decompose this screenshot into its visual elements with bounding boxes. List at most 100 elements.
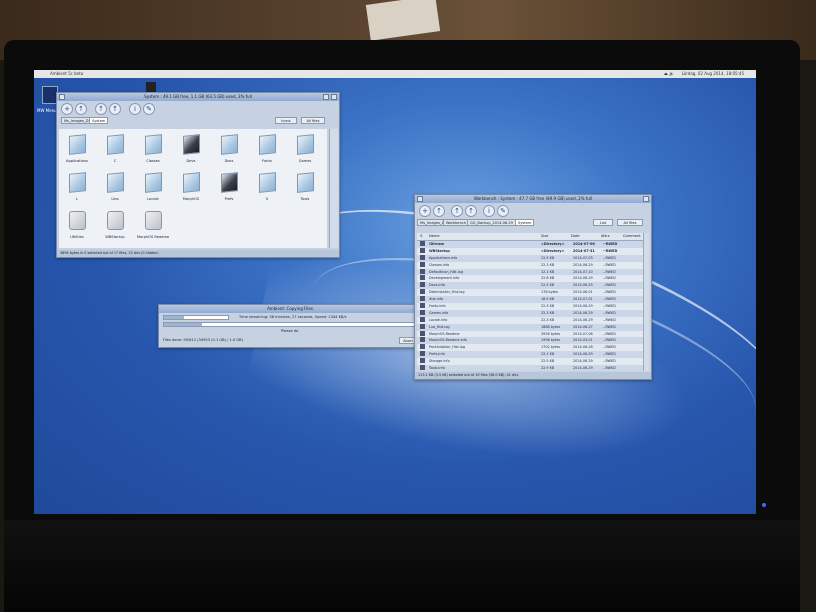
tab-workbench[interactable]: Workbench — [443, 219, 470, 226]
drawer-icon[interactable]: Libs — [105, 172, 125, 201]
table-row[interactable]: Devs.info 22.5 KB 2014-06-29 --RWED — [417, 282, 649, 290]
system-drawer-window[interactable]: System : 49.1 GB free, 1.1 GB (63.5 GB) … — [56, 92, 340, 258]
file-icon — [420, 254, 425, 260]
drawer-icon[interactable]: Fonts — [257, 134, 277, 163]
table-row[interactable]: MorphOS.Readme.info 1998 bytes 2014-03-01 -… — [417, 337, 649, 345]
table-row[interactable]: disk.info 18.9 KB 2014-07-01 --RWED — [417, 296, 649, 304]
drawer-icon[interactable]: MorphOS Readme — [137, 211, 169, 239]
drawer-icon[interactable]: Prefs — [219, 172, 239, 201]
folder-icon — [183, 172, 200, 193]
drawer-icon[interactable]: Games — [295, 134, 315, 163]
drawer-icon[interactable]: Applications — [66, 134, 88, 163]
window-titlebar[interactable]: Workbench : System : 47.7 GB free (89.9 … — [415, 195, 651, 203]
column-name[interactable]: Name — [429, 233, 440, 240]
drawer-icon-label: Libs — [111, 197, 119, 201]
column-attrs[interactable]: Attrs — [601, 233, 610, 240]
screen-title-bar[interactable]: Ambient 5c beta ⏏ 🔊 Lördag, 02 Aug 2014,… — [34, 70, 756, 78]
drawer-icon[interactable]: Tools — [295, 172, 315, 201]
drawer-icon[interactable]: C — [105, 134, 125, 163]
forward-arrow-icon[interactable]: ↑ — [109, 103, 121, 115]
drawer-icon[interactable]: WBStartup — [105, 211, 125, 239]
table-row[interactable]: Locale.info 22.3 KB 2014-06-29 --RWED — [417, 316, 649, 324]
workbench-list-window[interactable]: Workbench : System : 47.7 GB free (89.9 … — [414, 194, 652, 380]
list-header: ⚲ Name Size Date Attrs Comment — [417, 233, 649, 241]
up-arrow-icon[interactable]: ↑ — [433, 205, 445, 217]
table-row[interactable]: Applications.info 22.5 KB 2014-07-03 --RWED — [417, 254, 649, 262]
forward-arrow-icon[interactable]: ↑ — [465, 205, 477, 217]
all-files-button[interactable]: All files — [301, 117, 325, 124]
drawer-icon[interactable]: S — [257, 172, 277, 201]
drawer-icon[interactable]: MorphOS — [181, 172, 201, 201]
cell-name: Lua_Hist.log — [429, 324, 450, 329]
icons-view-button[interactable]: Icons — [275, 117, 297, 124]
window-titlebar[interactable]: System : 49.1 GB free, 1.1 GB (63.5 GB) … — [57, 93, 339, 101]
drawer-icon[interactable]: Classes — [143, 134, 163, 163]
cell-date: 2014-06-29 — [573, 304, 593, 309]
folder-icon — [183, 134, 200, 155]
column-comment[interactable]: Comment — [623, 233, 641, 240]
cell-date: 2014-07-10 — [573, 269, 593, 274]
vertical-scrollbar[interactable] — [329, 129, 338, 248]
drawer-icon[interactable]: Docs — [219, 134, 239, 163]
table-row[interactable]: Lua_Hist.log 1888 bytes 2014-06-27 --RWED — [417, 323, 649, 331]
all-files-button[interactable]: All files — [617, 219, 643, 226]
drawer-icon[interactable]: Devs — [181, 134, 201, 163]
table-row[interactable]: MorphOS.Readme 3926 bytes 2014-07-06 --RWED — [417, 330, 649, 338]
info-icon[interactable]: i — [129, 103, 141, 115]
cell-date: 2014-06-27 — [573, 324, 593, 329]
table-row[interactable]: Fonts.info 22.3 KB 2014-06-29 --RWED — [417, 303, 649, 310]
edit-icon[interactable]: ✎ — [143, 103, 155, 115]
table-row[interactable]: DefaultIcon_Hist.log 12.1 KB 2014-07-10 --R… — [417, 268, 649, 276]
depth-gadget-icon[interactable] — [331, 94, 337, 100]
tab-images[interactable]: Ms_Images_D: — [61, 117, 93, 124]
cell-attr: --RWED — [603, 324, 616, 329]
table-row[interactable]: Development.info 22.6 KB 2014-06-29 --RWED — [417, 275, 649, 283]
tab-system[interactable]: System — [89, 117, 109, 124]
folder-icon — [221, 134, 238, 155]
tab-system[interactable]: System — [515, 219, 535, 226]
cell-attr: --RWED — [603, 283, 616, 288]
filter-icon[interactable]: ⚲ — [420, 233, 423, 240]
cell-size: 1702 bytes — [541, 345, 561, 350]
eject-icon[interactable]: ⏏ 🔊 — [664, 70, 674, 78]
file-icon — [420, 337, 425, 343]
drawer-icon[interactable]: Locale — [143, 172, 163, 201]
table-row[interactable]: !Dirnew <Directory> 2014-07-06 --RWED — [417, 241, 649, 248]
close-gadget-icon[interactable] — [417, 196, 423, 202]
cell-date: 2014-07-01 — [573, 297, 593, 302]
parent-icon[interactable]: + — [61, 103, 73, 115]
back-arrow-icon[interactable]: ↑ — [95, 103, 107, 115]
table-row[interactable]: Storage.info 22.5 KB 2014-06-29 --RWED — [417, 358, 649, 366]
table-row[interactable]: DiskInstaller_Hist.log 178 bytes 2014-06-0… — [417, 289, 649, 297]
table-row[interactable]: WBStartup <Directory> 2014-07-31 --RWED — [417, 247, 649, 255]
table-row[interactable]: Games.info 22.3 KB 2014-06-29 --RWED — [417, 309, 649, 317]
depth-gadget-icon[interactable] — [643, 196, 649, 202]
info-icon[interactable]: i — [483, 205, 495, 217]
table-row[interactable]: Classes.info 22.3 KB 2014-06-29 --RWED — [417, 261, 649, 269]
cell-attr: --RWED — [603, 276, 616, 281]
parent-icon[interactable]: + — [419, 205, 431, 217]
dialog-titlebar[interactable]: Ambient: Copying Files — [159, 305, 421, 313]
cell-name: Prefs.info — [429, 352, 445, 357]
cell-name: Fonts.info — [429, 304, 446, 309]
vertical-scrollbar[interactable] — [643, 233, 649, 371]
zoom-gadget-icon[interactable] — [323, 94, 329, 100]
column-size[interactable]: Size — [541, 233, 548, 240]
screen-title: Ambient 5c beta — [50, 71, 84, 76]
copy-progress-dialog[interactable]: Ambient: Copying Files Time remaining: 3… — [158, 304, 422, 348]
back-arrow-icon[interactable]: ↑ — [451, 205, 463, 217]
cell-date: 2014-06-28 — [573, 345, 593, 350]
file-list[interactable]: ⚲ Name Size Date Attrs Comment !Dirnew <D… — [417, 233, 649, 371]
table-row[interactable]: PackInstaller_Hist.log 1702 bytes 2014-06-… — [417, 344, 649, 352]
drawer-icon[interactable]: Utilities — [67, 211, 87, 239]
edit-icon[interactable]: ✎ — [497, 205, 509, 217]
close-gadget-icon[interactable] — [59, 94, 65, 100]
list-view-button[interactable]: List — [593, 219, 613, 226]
table-row[interactable]: Prefs.info 22.1 KB 2014-06-29 --RWED — [417, 351, 649, 359]
drawer-icon[interactable]: L — [67, 172, 87, 201]
tab-backup[interactable]: GG_Backup_2014.06.29 — [467, 219, 516, 226]
ram-disk-icon[interactable] — [146, 82, 156, 92]
up-arrow-icon[interactable]: ↑ — [75, 103, 87, 115]
column-date[interactable]: Date — [571, 233, 580, 240]
table-row[interactable]: Tools.info 22.9 KB 2014-06-29 --RWED — [417, 365, 649, 371]
